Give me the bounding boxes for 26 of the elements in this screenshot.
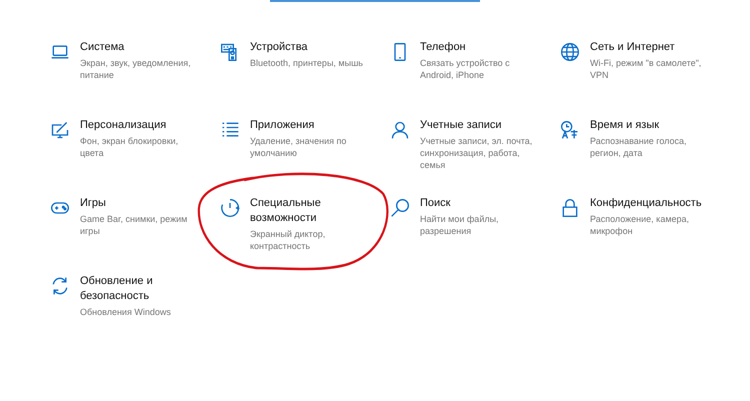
category-description: Wi-Fi, режим "в самолете", VPN: [590, 57, 702, 81]
category-description: Фон, экран блокировки, цвета: [80, 135, 180, 159]
category-description: Расположение, камера, микрофон: [590, 213, 690, 237]
category-description: Bluetooth, принтеры, мышь: [250, 57, 364, 69]
category-title[interactable]: Приложения: [250, 118, 372, 133]
category-title[interactable]: Телефон: [420, 40, 542, 55]
category-title[interactable]: Сеть и Интернет: [590, 40, 712, 55]
category-description: Связать устройство с Android, iPhone: [420, 57, 511, 81]
category-title[interactable]: Персонализация: [80, 118, 202, 133]
category-description: Экранный диктор, контрастность: [250, 228, 326, 252]
category-title[interactable]: Конфиденциальность: [590, 196, 712, 211]
category-description: Game Bar, снимки, режим игры: [80, 213, 188, 237]
category-title[interactable]: Устройства: [250, 40, 372, 55]
category-title[interactable]: Учетные записи: [420, 118, 542, 133]
category-title[interactable]: Время и язык: [590, 118, 712, 133]
category-title[interactable]: Игры: [80, 196, 202, 211]
category-description: Удаление, значения по умолчанию: [250, 135, 348, 159]
category-description: Распознавание голоса, регион, дата: [590, 135, 688, 159]
category-title[interactable]: Поиск: [420, 196, 542, 211]
category-description: Найти мои файлы, разрешения: [420, 213, 500, 237]
category-description: Учетные записи, эл. почта, синхронизация, работа, семья: [420, 135, 534, 171]
category-description: Обновления Windows: [80, 306, 172, 318]
category-title[interactable]: Специальные возможности: [250, 196, 372, 226]
category-title[interactable]: Система: [80, 40, 202, 55]
category-title[interactable]: Обновление и безопасность: [80, 274, 202, 304]
category-description: Экран, звук, уведомления, питание: [80, 57, 192, 81]
